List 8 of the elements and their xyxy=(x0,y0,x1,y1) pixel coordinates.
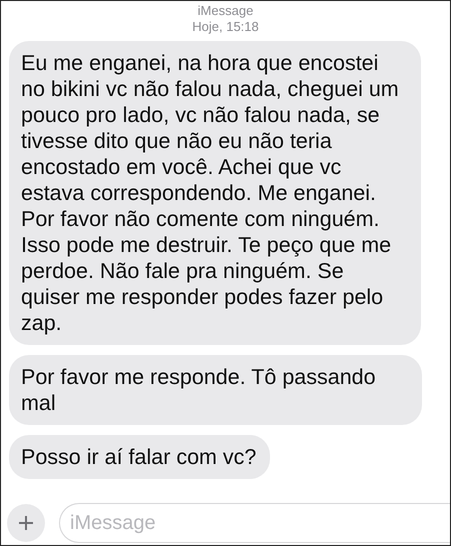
plus-icon xyxy=(18,515,34,531)
service-label: iMessage xyxy=(196,3,254,19)
message-bubble: Posso ir aí falar com vc? xyxy=(9,435,270,479)
message-bubble: Por favor me responde. Tô passando mal xyxy=(9,355,422,425)
add-button[interactable] xyxy=(7,504,45,542)
message-field[interactable]: iMessage xyxy=(59,503,450,543)
timestamp: Hoje, 15:18 xyxy=(191,19,260,35)
message-bubble: Eu me enganei, na hora que encostei no bikini vc não falou nada, cheguei um pouco pro lado, vc não falou nada, se tivesse dito que não eu não teria encostado em você. Achei que vc estava correspondendo. Me enganei. Por favor não comente com ninguém. Isso pode me destruir. Te peço que me perdoe. Não fale pra ninguém. Se quiser me responder podes fazer pelo zap. xyxy=(9,41,421,345)
